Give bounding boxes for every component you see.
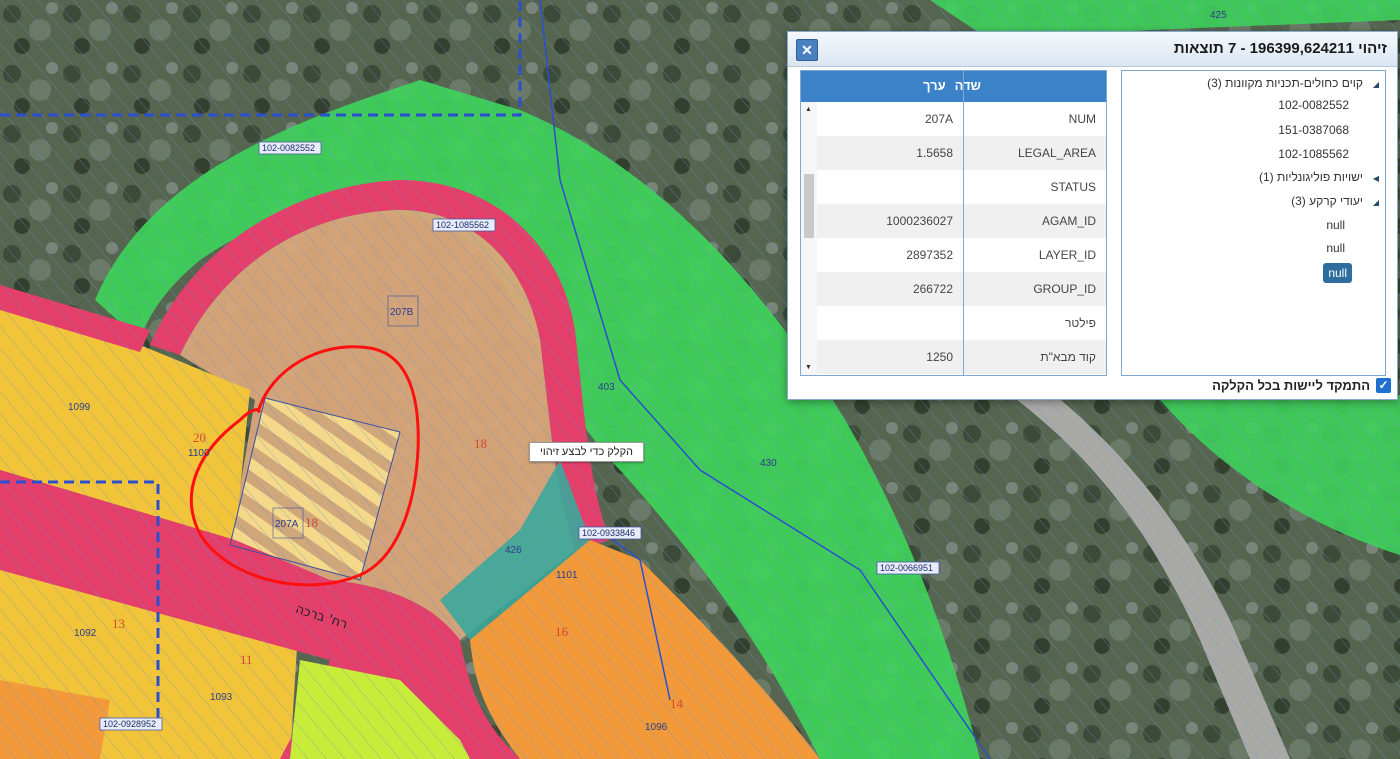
focus-checkbox-row[interactable]: ✓ התמקד ליישות בכל הקלקה: [1212, 378, 1391, 393]
plan-label-102-0066951: 102-0066951: [876, 561, 940, 575]
lot-number-1096: 1096: [645, 722, 668, 733]
zone-number: 20: [193, 430, 206, 445]
zone-number: 18: [474, 436, 487, 451]
col-header-field[interactable]: שדה: [955, 78, 981, 93]
identify-panel: זיהוי 196399,624211 - 7 תוצאות ✕ ◢קוים כ…: [787, 31, 1398, 400]
attributes-grid: שדה ערך 207A NUM 1.5658 LEGAL_AREA STATUS …: [800, 70, 1107, 376]
column-divider: [963, 71, 964, 375]
svg-text:102-0082552: 102-0082552: [262, 143, 315, 153]
lot-number-1099: 1099: [68, 402, 91, 413]
expanded-arrow-icon: ◢: [1372, 198, 1379, 207]
grid-row[interactable]: 1250 קוד מבא"ת: [817, 340, 1106, 374]
lot-number-1100: 1100: [188, 448, 210, 459]
tree-item[interactable]: null: [1326, 218, 1345, 232]
lot-number-403: 403: [598, 382, 615, 393]
scroll-up-icon[interactable]: ▲: [805, 106, 812, 113]
zone-number: 11: [240, 652, 253, 667]
grid-row[interactable]: 1000236027 AGAM_ID: [817, 204, 1106, 238]
svg-text:102-0066951: 102-0066951: [880, 563, 933, 573]
tree-group-land-use[interactable]: ◢יעודי קרקע (3): [1291, 194, 1379, 208]
tree-group-blue-lines[interactable]: ◢קוים כחולים-תכניות מקוונות (3): [1207, 76, 1379, 90]
zone-number: 18: [305, 515, 318, 530]
grid-row[interactable]: 2897352 LAYER_ID: [817, 238, 1106, 272]
identify-tooltip: הקלק כדי לבצע זיהוי: [529, 442, 645, 462]
lot-number-1101: 1101: [556, 570, 578, 581]
tree-item[interactable]: null: [1326, 241, 1345, 255]
grid-scrollbar[interactable]: ▲ ▼: [801, 102, 817, 375]
results-tree: ◢קוים כחולים-תכניות מקוונות (3) 102-0082…: [1121, 70, 1386, 376]
lot-number-426: 426: [505, 545, 522, 556]
tree-item[interactable]: 102-0082552: [1278, 98, 1349, 112]
collapsed-arrow-icon: ◀: [1372, 174, 1379, 183]
panel-titlebar[interactable]: זיהוי 196399,624211 - 7 תוצאות ✕: [788, 32, 1397, 67]
zone-number: 13: [112, 616, 125, 631]
plan-label-102-0082552: 102-0082552: [258, 141, 322, 155]
tree-item[interactable]: 151-0387068: [1278, 123, 1349, 137]
plan-label-102-1085562: 102-1085562: [432, 218, 496, 232]
grid-row[interactable]: STATUS: [817, 170, 1106, 204]
grid-row[interactable]: 1.5658 LEGAL_AREA: [817, 136, 1106, 170]
grid-row[interactable]: 266722 GROUP_ID: [817, 272, 1106, 306]
lot-number-425: 425: [1210, 10, 1227, 21]
tree-item[interactable]: 102-1085562: [1278, 147, 1349, 161]
svg-text:207B: 207B: [390, 307, 414, 318]
zone-number: 16: [555, 624, 569, 639]
zone-number: 14: [670, 696, 684, 711]
plan-label-102-0933846: 102-0933846: [578, 526, 642, 540]
svg-text:102-0933846: 102-0933846: [582, 528, 635, 538]
grid-row[interactable]: פילטר: [817, 306, 1106, 340]
focus-checkbox-label: התמקד ליישות בכל הקלקה: [1212, 378, 1370, 393]
expanded-arrow-icon: ◢: [1372, 80, 1379, 89]
col-header-value[interactable]: ערך: [923, 78, 946, 93]
focus-checkbox[interactable]: ✓: [1376, 378, 1391, 393]
tree-item-selected[interactable]: null: [1323, 263, 1352, 283]
panel-title: זיהוי 196399,624211 - 7 תוצאות: [1173, 40, 1387, 57]
svg-text:102-1085562: 102-1085562: [436, 220, 489, 230]
grid-header: שדה ערך: [801, 71, 1106, 102]
scrollbar-thumb[interactable]: [804, 174, 814, 238]
svg-text:102-0928952: 102-0928952: [103, 719, 156, 729]
grid-row[interactable]: 207A NUM: [817, 102, 1106, 136]
close-button[interactable]: ✕: [796, 39, 818, 61]
lot-number-1092: 1092: [74, 628, 97, 639]
plan-label-102-0928952: 102-0928952: [99, 717, 163, 731]
svg-text:207A: 207A: [275, 519, 299, 530]
scroll-down-icon[interactable]: ▼: [805, 364, 812, 371]
lot-number-430: 430: [760, 458, 777, 469]
lot-number-1093: 1093: [210, 692, 233, 703]
tree-group-polygons[interactable]: ◀ישויות פוליגונליות (1): [1259, 170, 1379, 184]
